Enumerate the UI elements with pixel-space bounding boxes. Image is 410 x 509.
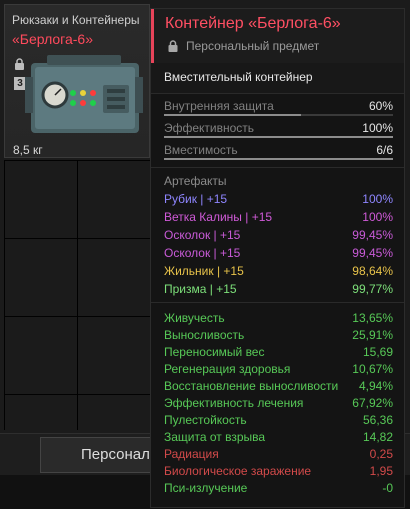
effect-row: Эффективность лечения 67,92%: [164, 396, 393, 414]
effect-name: Восстановление выносливости: [164, 379, 339, 393]
effect-value: 13,65%: [352, 311, 393, 325]
artifact-value: 99,45%: [352, 246, 393, 260]
effect-row: Регенерация здоровья 10,67%: [164, 362, 393, 380]
effect-row: Пулестойкость 56,36: [164, 413, 393, 431]
artifact-name: Осколок | +15: [164, 228, 241, 242]
effect-name: Переносимый вес: [164, 345, 265, 359]
artifact-row: Рубик | +15 100%: [164, 192, 393, 210]
effect-row: Выносливость 25,91%: [164, 328, 393, 346]
effect-name: Пулестойкость: [164, 413, 247, 427]
personal-button[interactable]: Персональ: [40, 437, 158, 473]
artifact-value: 99,77%: [352, 282, 393, 296]
effect-value: 56,36: [362, 413, 393, 427]
tooltip-title: Контейнер «Берлога-6»: [165, 15, 341, 32]
effect-row: Пси-излучение -0: [164, 481, 393, 499]
section-divider: [151, 302, 404, 303]
personal-button-label: Персональ: [81, 446, 158, 463]
effect-name: Регенерация здоровья: [164, 362, 291, 376]
artifact-value: 98,64%: [352, 264, 393, 278]
tooltip-caption-text: Вместительный контейнер: [164, 70, 313, 84]
item-tooltip: Контейнер «Берлога-6» Персональный предм…: [150, 8, 405, 508]
prop-value: 60%: [368, 99, 393, 113]
prop-label: Вместимость: [164, 143, 238, 157]
effect-name: Эффективность лечения: [164, 396, 304, 410]
effect-name: Живучесть: [164, 311, 225, 325]
prop-bar-fill: [164, 158, 393, 160]
prop-capacity: Вместимость 6/6: [164, 143, 393, 163]
item-category: Рюкзаки и Контейнеры: [12, 13, 140, 27]
prop-bar: [164, 114, 393, 116]
effect-name: Пси-излучение: [164, 481, 248, 495]
prop-bar: [164, 158, 393, 160]
artifact-row: Осколок | +15 99,45%: [164, 246, 393, 264]
prop-value: 6/6: [376, 143, 393, 157]
artifact-row: Ветка Калины | +15 100%: [164, 210, 393, 228]
effect-row: Живучесть 13,65%: [164, 311, 393, 329]
section-divider: [151, 167, 404, 168]
artifacts-title: Артефакты: [164, 174, 227, 188]
effect-name: Защита от взрыва: [164, 430, 266, 444]
prop-internal-protection: Внутренняя защита 60%: [164, 99, 393, 119]
effect-value: 0,25: [369, 447, 393, 461]
effect-value: 15,69: [362, 345, 393, 359]
tooltip-header: Контейнер «Берлога-6» Персональный предм…: [151, 9, 404, 63]
inventory-grid-divider: [77, 160, 78, 430]
effect-value: 10,67%: [352, 362, 393, 376]
effect-value: 25,91%: [352, 328, 393, 342]
prop-bar-fill: [164, 114, 302, 116]
artifact-value: 100%: [362, 192, 393, 206]
artifact-value: 100%: [362, 210, 393, 224]
artifact-row: Призма | +15 99,77%: [164, 282, 393, 300]
artifact-name: Рубик | +15: [164, 192, 228, 206]
artifact-row: Осколок | +15 99,45%: [164, 228, 393, 246]
prop-bar: [164, 136, 393, 138]
artifact-value: 99,45%: [352, 228, 393, 242]
effect-row: Защита от взрыва 14,82: [164, 430, 393, 448]
inventory-item-card[interactable]: Рюкзаки и Контейнеры «Берлога-6» 3 8,5 к…: [4, 4, 150, 158]
prop-label: Внутренняя защита: [164, 99, 274, 113]
effect-row: Переносимый вес 15,69: [164, 345, 393, 363]
effect-value: 1,95: [369, 464, 393, 478]
item-name: «Берлога-6»: [12, 31, 93, 47]
prop-bar-fill: [164, 136, 393, 138]
artifact-name: Призма | +15: [164, 282, 237, 296]
tooltip-subtitle: Персональный предмет: [186, 39, 320, 53]
effect-value: 4,94%: [358, 379, 393, 393]
effect-value: 67,92%: [352, 396, 393, 410]
lock-icon: [168, 40, 178, 52]
effect-name: Радиация: [164, 447, 219, 461]
container-box-icon: [25, 55, 143, 133]
artifact-name: Осколок | +15: [164, 246, 241, 260]
effect-name: Выносливость: [164, 328, 245, 342]
artifact-row: Жильник | +15 98,64%: [164, 264, 393, 282]
effect-row: Биологическое заражение 1,95: [164, 464, 393, 482]
prop-efficiency: Эффективность 100%: [164, 121, 393, 141]
effect-row: Восстановление выносливости 4,94%: [164, 379, 393, 397]
effect-value: -0: [382, 481, 393, 495]
tooltip-caption: Вместительный контейнер: [151, 63, 404, 94]
prop-value: 100%: [362, 121, 393, 135]
effect-name: Биологическое заражение: [164, 464, 312, 478]
artifact-name: Жильник | +15: [164, 264, 244, 278]
effect-row: Радиация 0,25: [164, 447, 393, 465]
lock-icon: [15, 58, 24, 70]
effect-value: 14,82: [362, 430, 393, 444]
artifact-name: Ветка Калины | +15: [164, 210, 273, 224]
prop-label: Эффективность: [164, 121, 255, 135]
item-weight: 8,5 кг: [13, 143, 43, 157]
